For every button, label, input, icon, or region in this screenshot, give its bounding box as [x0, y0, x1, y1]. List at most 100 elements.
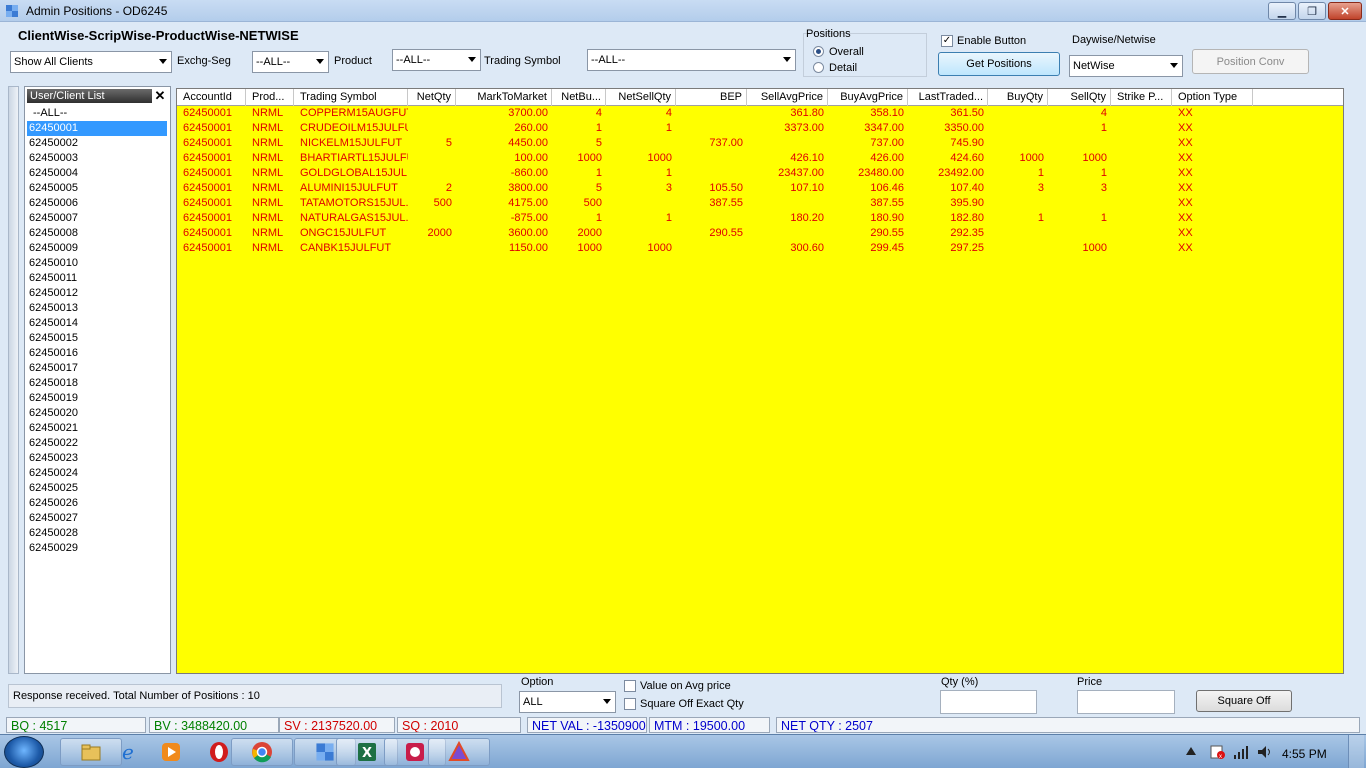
- grid-column-header[interactable]: AccountId: [177, 89, 246, 106]
- grid-column-header[interactable]: Prod...: [246, 89, 294, 106]
- client-list-item[interactable]: 62450021: [27, 421, 167, 436]
- volume-icon[interactable]: [1257, 744, 1273, 760]
- table-row[interactable]: 62450001 NRML NATURALGAS15JUL... -875.00 1 1 1…: [177, 211, 1343, 226]
- square-off-exact-checkbox[interactable]: [624, 698, 636, 710]
- table-cell: XX: [1178, 182, 1193, 194]
- daywise-netwise-select[interactable]: NetWise: [1069, 55, 1183, 77]
- close-button[interactable]: ✕: [1328, 2, 1362, 20]
- client-list-item[interactable]: 62450016: [27, 346, 167, 361]
- grid-column-header[interactable]: Trading Symbol: [294, 89, 408, 106]
- table-row[interactable]: 62450001 NRML NICKELM15JULFUT 5 4450.00 5 737.…: [177, 136, 1343, 151]
- positions-grid: AccountId Prod... Trading Symbol NetQty Mark…: [176, 88, 1344, 674]
- chrome-icon[interactable]: [231, 738, 293, 766]
- client-list-item[interactable]: 62450013: [27, 301, 167, 316]
- client-list-item[interactable]: 62450022: [27, 436, 167, 451]
- client-list-item[interactable]: 62450006: [27, 196, 167, 211]
- table-cell: [747, 226, 828, 241]
- show-desktop-button[interactable]: [1348, 735, 1364, 768]
- client-list-item[interactable]: 62450005: [27, 181, 167, 196]
- table-cell: [676, 106, 747, 121]
- client-list-item[interactable]: 62450015: [27, 331, 167, 346]
- grid-column-header[interactable]: NetBu...: [552, 89, 606, 106]
- table-row[interactable]: 62450001 NRML COPPERM15AUGFUT 3700.00 4 4 361.…: [177, 106, 1343, 121]
- qty-input[interactable]: [940, 690, 1037, 714]
- client-list-item[interactable]: 62450008: [27, 226, 167, 241]
- client-list-item[interactable]: 62450012: [27, 286, 167, 301]
- table-row[interactable]: 62450001 NRML CANBK15JULFUT 1150.00 1000 1000…: [177, 241, 1343, 256]
- grid-column-header[interactable]: SellQty: [1048, 89, 1111, 106]
- detail-radio[interactable]: [813, 62, 824, 73]
- bq-value: BQ : 4517: [6, 717, 146, 733]
- table-cell: [676, 211, 747, 226]
- grid-column-header[interactable]: BuyAvgPrice: [828, 89, 908, 106]
- network-icon[interactable]: [1233, 744, 1249, 760]
- client-list-item[interactable]: 62450025: [27, 481, 167, 496]
- table-row[interactable]: 62450001 NRML TATAMOTORS15JUL... 500 4175.00…: [177, 196, 1343, 211]
- table-row[interactable]: 62450001 NRML ALUMINI15JULFUT 2 3800.00 5 3 105…: [177, 181, 1343, 196]
- grid-column-header[interactable]: BEP: [676, 89, 747, 106]
- table-row[interactable]: 62450001 NRML CRUDEOILM15JULFUT 260.00 1 1 337…: [177, 121, 1343, 136]
- client-list-item[interactable]: 62450001: [27, 121, 167, 136]
- overall-radio[interactable]: [813, 46, 824, 57]
- client-list-item[interactable]: 62450026: [27, 496, 167, 511]
- side-splitter[interactable]: [8, 86, 19, 674]
- client-list-item[interactable]: 62450023: [27, 451, 167, 466]
- table-cell: [408, 151, 456, 166]
- grid-column-header[interactable]: BuyQty: [988, 89, 1048, 106]
- table-cell: 1000: [1082, 242, 1107, 254]
- grid-column-header[interactable]: MarkToMarket: [456, 89, 552, 106]
- action-center-icon[interactable]: x: [1209, 744, 1225, 760]
- exchg-seg-select[interactable]: --ALL--: [252, 51, 329, 73]
- grid-column-header[interactable]: Strike P...: [1111, 89, 1172, 106]
- table-row[interactable]: 62450001 NRML ONGC15JULFUT 2000 3600.00 2000 2…: [177, 226, 1343, 241]
- square-off-button[interactable]: Square Off: [1196, 690, 1292, 712]
- client-list-item[interactable]: 62450014: [27, 316, 167, 331]
- trading-symbol-select[interactable]: --ALL--: [587, 49, 796, 71]
- get-positions-button[interactable]: Get Positions: [938, 52, 1060, 76]
- client-list-item[interactable]: 62450027: [27, 511, 167, 526]
- tray-expand-icon[interactable]: [1186, 747, 1196, 755]
- client-list-item[interactable]: 62450019: [27, 391, 167, 406]
- grid-column-header[interactable]: SellAvgPrice: [747, 89, 828, 106]
- table-row[interactable]: 62450001 NRML BHARTIARTL15JULFUT 100.00 1000…: [177, 151, 1343, 166]
- client-list-item[interactable]: 62450010: [27, 256, 167, 271]
- client-list-item[interactable]: 62450020: [27, 406, 167, 421]
- grid-column-header[interactable]: Option Type: [1172, 89, 1253, 106]
- app-triangle-icon[interactable]: [428, 738, 490, 766]
- client-list-item[interactable]: 62450007: [27, 211, 167, 226]
- client-list-item[interactable]: 62450029: [27, 541, 167, 556]
- client-list-item[interactable]: 62450017: [27, 361, 167, 376]
- table-cell: 297.25: [950, 242, 984, 254]
- client-list-item[interactable]: 62450018: [27, 376, 167, 391]
- close-icon[interactable]: ✕: [152, 88, 168, 104]
- windows-start-icon[interactable]: [4, 736, 44, 768]
- price-input[interactable]: [1077, 690, 1175, 714]
- page-title: ClientWise-ScripWise-ProductWise-NETWISE: [18, 28, 299, 43]
- table-cell: 737.00: [709, 137, 743, 149]
- enable-button-checkbox[interactable]: ✓: [941, 35, 953, 47]
- client-list-item[interactable]: 62450004: [27, 166, 167, 181]
- client-list-item[interactable]: 62450003: [27, 151, 167, 166]
- table-row[interactable]: 62450001 NRML GOLDGLOBAL15JUL... -860.00 1 1 2…: [177, 166, 1343, 181]
- product-select[interactable]: --ALL--: [392, 49, 481, 71]
- client-list-item[interactable]: 62450009: [27, 241, 167, 256]
- client-list-item[interactable]: 62450024: [27, 466, 167, 481]
- chevron-down-icon: [468, 57, 476, 62]
- minimize-button[interactable]: ▁: [1268, 2, 1296, 20]
- client-list-item[interactable]: --ALL--: [27, 106, 167, 121]
- maximize-button[interactable]: ❐: [1298, 2, 1326, 20]
- table-cell: [408, 241, 456, 256]
- client-list-item[interactable]: 62450028: [27, 526, 167, 541]
- position-conv-button[interactable]: Position Conv: [1192, 49, 1309, 74]
- client-filter-select[interactable]: Show All Clients: [10, 51, 172, 73]
- client-list-item[interactable]: 62450011: [27, 271, 167, 286]
- table-cell: 290.55: [709, 227, 743, 239]
- client-list-item[interactable]: 62450002: [27, 136, 167, 151]
- grid-column-header[interactable]: NetQty: [408, 89, 456, 106]
- table-cell: NRML: [252, 107, 284, 119]
- grid-column-header[interactable]: LastTraded...: [908, 89, 988, 106]
- option-select[interactable]: ALL: [519, 691, 616, 713]
- table-cell: 2000: [427, 227, 452, 239]
- value-on-avg-checkbox[interactable]: [624, 680, 636, 692]
- grid-column-header[interactable]: NetSellQty: [606, 89, 676, 106]
